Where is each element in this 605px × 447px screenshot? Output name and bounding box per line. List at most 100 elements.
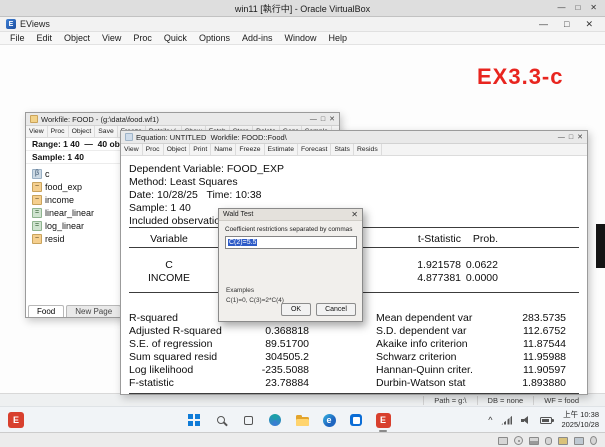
status-path: Path = g:\ [423,396,476,405]
vbox-shared-folder-icon[interactable] [558,437,568,445]
eviews-titlebar[interactable]: E EViews — □ ✕ [0,17,605,32]
edge-icon: e [323,414,336,427]
store-button[interactable] [346,410,366,430]
tray-clock[interactable]: 上午 10:38 2025/10/28 [561,410,599,430]
tab-food[interactable]: Food [28,305,64,317]
wald-titlebar[interactable]: Wald Test ✕ [219,209,362,221]
menu-item-edit[interactable]: Edit [31,33,59,43]
menu-item-object[interactable]: Object [58,33,96,43]
menu-item-help[interactable]: Help [323,33,354,43]
equation-toolbar-estimate[interactable]: Estimate [265,144,298,155]
menu-item-view[interactable]: View [96,33,127,43]
vm-maximize-button[interactable]: □ [575,4,580,12]
equation-toolbar: View Proc Object Print Name Freeze Estim… [121,144,587,156]
equation-toolbar-view[interactable]: View [121,144,143,155]
equation-toolbar-print[interactable]: Print [190,144,211,155]
windows-taskbar: E e E ^ 上午 10:38 2025/10/28 [0,406,605,432]
equation-titlebar[interactable]: Equation: UNTITLED Workfile: FOOD::Food\… [121,131,587,144]
workfile-maximize-button[interactable]: □ [321,116,325,123]
workfile-sample-label[interactable]: Sample: 1 40 [32,152,84,162]
search-button[interactable] [211,410,231,430]
vbox-mouse-icon[interactable] [590,436,597,445]
equation-minimize-button[interactable]: — [558,134,565,141]
vm-minimize-button[interactable]: — [557,4,565,12]
workfile-minimize-button[interactable]: — [310,116,317,123]
eviews-taskbar-button[interactable]: E [373,410,393,430]
workfile-toolbar-proc[interactable]: Proc [48,126,69,137]
search-icon [217,416,225,424]
equation-object-icon: = [32,208,42,218]
ok-button[interactable]: OK [281,303,311,316]
equation-toolbar-freeze[interactable]: Freeze [236,144,264,155]
vbox-cd-icon[interactable] [514,436,523,445]
equation-close-button[interactable]: ✕ [577,134,583,141]
object-label: linear_linear [45,208,94,218]
workfile-close-button[interactable]: ✕ [329,116,335,123]
workfile-toolbar-object[interactable]: Object [69,126,96,137]
summary-stats-row: S.E. of regression 89.51700 Akaike info … [129,338,579,350]
equation-toolbar-object[interactable]: Object [164,144,191,155]
equation-window-controls: — □ ✕ [558,134,583,141]
menu-item-file[interactable]: File [4,33,31,43]
equation-object-icon: = [32,221,42,231]
stat-label: Akaike info criterion [376,338,486,350]
equation-toolbar-proc[interactable]: Proc [143,144,164,155]
stat-label: Hannan-Quinn criter. [376,364,486,376]
equation-header-line: Dependent Variable: FOOD_EXP [129,163,579,175]
restrictions-input-value: C(2)=5.5 [228,239,257,246]
object-label: log_linear [45,221,84,231]
eviews-pinned-icon[interactable]: E [8,412,24,428]
vbox-network-icon[interactable] [529,437,539,445]
tstat-cell: 1.921578 [361,259,461,271]
cancel-button[interactable]: Cancel [316,303,356,316]
vm-close-button[interactable]: ✕ [590,4,597,12]
vm-window-titlebar[interactable]: win11 [執行中] - Oracle VirtualBox — □ ✕ [0,0,605,17]
workfile-toolbar-view[interactable]: View [26,126,48,137]
summary-stats-row: Log likelihood -235.5088 Hannan-Quinn cr… [129,364,579,376]
equation-maximize-button[interactable]: □ [569,134,573,141]
wald-test-dialog[interactable]: Wald Test ✕ Coefficient restrictions sep… [218,208,363,322]
series-object-icon: ~ [32,182,42,192]
workfile-icon [30,115,38,123]
wald-instruction: Coefficient restrictions separated by co… [225,226,352,233]
eviews-close-button[interactable]: ✕ [585,20,593,29]
copilot-button[interactable] [265,410,285,430]
volume-icon[interactable] [521,416,531,425]
equation-toolbar-forecast[interactable]: Forecast [298,144,331,155]
menu-item-window[interactable]: Window [278,33,322,43]
equation-toolbar-resids[interactable]: Resids [354,144,382,155]
menu-item-quick[interactable]: Quick [158,33,193,43]
eviews-window-controls: — □ ✕ [539,20,599,29]
column-variable: Variable [129,233,209,245]
object-label: food_exp [45,182,82,192]
equation-toolbar-name[interactable]: Name [211,144,236,155]
status-db: DB = none [477,396,534,405]
equation-toolbar-stats[interactable]: Stats [331,144,354,155]
menu-item-proc[interactable]: Proc [127,33,158,43]
workfile-window-controls: — □ ✕ [310,116,335,123]
vbox-display-icon[interactable] [574,437,584,445]
battery-icon[interactable] [540,417,552,424]
series-object-icon: ~ [32,195,42,205]
workfile-toolbar-save[interactable]: Save [95,126,118,137]
edge-button[interactable]: e [319,410,339,430]
network-icon[interactable] [501,416,512,425]
file-explorer-button[interactable] [292,410,312,430]
eviews-icon: E [376,413,391,428]
restrictions-input[interactable]: C(2)=5.5 [225,236,357,249]
screen-artifact [596,224,605,268]
start-button[interactable] [184,410,204,430]
task-view-button[interactable] [238,410,258,430]
menu-item-addins[interactable]: Add-ins [236,33,279,43]
eviews-maximize-button[interactable]: □ [564,20,569,29]
eviews-minimize-button[interactable]: — [539,20,548,29]
store-icon [350,414,362,426]
task-view-icon [244,416,253,425]
wald-close-button[interactable]: ✕ [351,211,358,219]
workfile-titlebar[interactable]: Workfile: FOOD - (g:\data\food.wf1) — □ … [26,113,339,126]
tab-new-page[interactable]: New Page [66,305,121,317]
menu-item-options[interactable]: Options [193,33,236,43]
vbox-usb-icon[interactable] [545,437,552,445]
tray-chevron-icon[interactable]: ^ [488,416,492,425]
vbox-hdd-icon[interactable] [498,437,508,445]
